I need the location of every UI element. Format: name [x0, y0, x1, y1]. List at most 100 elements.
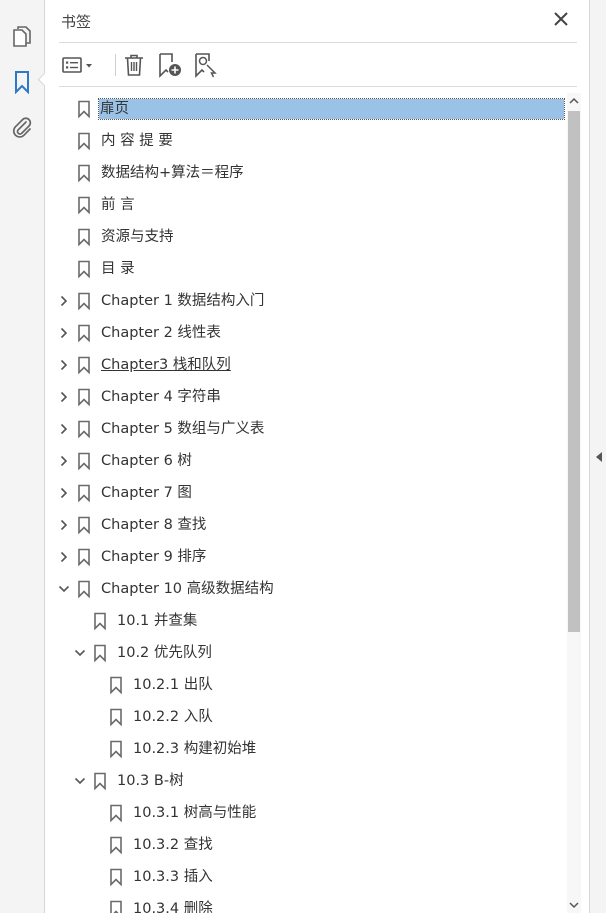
bookmark-icon: [78, 484, 90, 502]
bookmark-icon: [110, 836, 122, 854]
bookmark-icon: [78, 452, 90, 470]
bookmark-icon: [78, 388, 90, 406]
bookmark-icon: [78, 324, 90, 342]
scroll-up-button[interactable]: [567, 93, 581, 109]
bookmark-label: 10.2 优先队列: [117, 645, 212, 661]
bookmark-label: 10.1 并查集: [117, 613, 198, 629]
expand-toggle[interactable]: [57, 294, 71, 308]
expand-toggle[interactable]: [57, 518, 71, 532]
delete-bookmark-button[interactable]: [120, 50, 148, 80]
chevron-right-icon: [60, 487, 68, 499]
bookmark-row[interactable]: 资源与支持: [45, 221, 565, 253]
bookmark-icon: [110, 740, 122, 758]
triangle-left-icon: [596, 452, 602, 462]
bookmark-row[interactable]: Chapter 6 树: [45, 445, 565, 477]
bookmark-row[interactable]: 扉页: [45, 93, 565, 125]
vertical-scrollbar[interactable]: [567, 93, 581, 913]
bookmark-row[interactable]: 10.3.1 树高与性能: [45, 797, 565, 829]
bookmark-icon: [110, 676, 122, 694]
chevron-right-icon: [60, 423, 68, 435]
bookmark-icon: [94, 644, 106, 662]
bookmark-row[interactable]: 10.2.3 构建初始堆: [45, 733, 565, 765]
bookmark-row[interactable]: 10.2.2 入队: [45, 701, 565, 733]
bookmark-label: Chapter 6 树: [101, 453, 192, 469]
bookmark-icon: [78, 548, 90, 566]
bookmark-row[interactable]: Chapter3 栈和队列: [45, 349, 565, 381]
bookmark-label: 10.2.3 构建初始堆: [133, 741, 257, 757]
close-panel-button[interactable]: [551, 9, 571, 29]
find-bookmark-button[interactable]: [191, 50, 221, 80]
bookmark-row[interactable]: 目 录: [45, 253, 565, 285]
bookmark-label: 10.3.4 删除: [133, 901, 213, 913]
bookmark-icon: [94, 772, 106, 790]
bookmark-label: 10.2.1 出队: [133, 677, 213, 693]
chevron-down-icon: [569, 902, 579, 909]
bookmark-row[interactable]: 10.1 并查集: [45, 605, 565, 637]
bookmark-row[interactable]: 10.3.2 查找: [45, 829, 565, 861]
bookmark-row[interactable]: 数据结构+算法＝程序: [45, 157, 565, 189]
bookmark-row[interactable]: Chapter 10 高级数据结构: [45, 573, 565, 605]
bookmark-label: Chapter 4 字符串: [101, 389, 221, 405]
bookmark-icon: [78, 420, 90, 438]
bookmark-row[interactable]: Chapter 5 数组与广义表: [45, 413, 565, 445]
bookmark-label: 10.3.3 插入: [133, 869, 213, 885]
bookmark-label: Chapter3 栈和队列: [101, 357, 231, 373]
collapse-toggle[interactable]: [57, 582, 71, 596]
bookmark-icon: [78, 580, 90, 598]
bookmark-row[interactable]: 10.3.3 插入: [45, 861, 565, 893]
bookmark-row[interactable]: Chapter 4 字符串: [45, 381, 565, 413]
add-bookmark-icon: [159, 53, 181, 78]
bookmark-row[interactable]: 10.2 优先队列: [45, 637, 565, 669]
header-divider: [59, 42, 577, 43]
bookmark-icon: [94, 612, 106, 630]
scroll-down-button[interactable]: [567, 897, 581, 913]
expand-right-pane-button[interactable]: [594, 450, 604, 464]
bookmark-row[interactable]: Chapter 8 查找: [45, 509, 565, 541]
attachments-panel-button[interactable]: [8, 113, 36, 141]
expand-toggle[interactable]: [57, 422, 71, 436]
chevron-down-icon: [74, 777, 86, 785]
bookmark-label: Chapter 8 查找: [101, 517, 207, 533]
expand-toggle[interactable]: [57, 390, 71, 404]
bookmark-icon: [78, 516, 90, 534]
list-options-icon: [62, 57, 92, 73]
bookmarks-panel-button[interactable]: [8, 68, 36, 96]
bookmark-row[interactable]: 内 容 提 要: [45, 125, 565, 157]
expand-toggle[interactable]: [57, 486, 71, 500]
expand-toggle[interactable]: [57, 326, 71, 340]
bookmark-icon: [78, 196, 90, 214]
bookmark-label: Chapter 2 线性表: [101, 325, 221, 341]
scrollbar-thumb[interactable]: [568, 111, 580, 632]
bookmark-icon: [78, 132, 90, 150]
bookmark-label: 目 录: [101, 261, 135, 277]
pages-panel-button[interactable]: [8, 22, 36, 50]
paperclip-icon: [12, 117, 32, 138]
bookmark-label: 前 言: [101, 197, 135, 213]
bookmark-row[interactable]: 10.3 B-树: [45, 765, 565, 797]
chevron-right-icon: [60, 519, 68, 531]
bookmark-row[interactable]: Chapter 2 线性表: [45, 317, 565, 349]
bookmark-row[interactable]: 10.3.4 删除: [45, 893, 565, 913]
chevron-right-icon: [60, 455, 68, 467]
bookmark-row[interactable]: 前 言: [45, 189, 565, 221]
bookmark-icon: [78, 260, 90, 278]
expand-toggle[interactable]: [57, 550, 71, 564]
bookmark-row[interactable]: Chapter 7 图: [45, 477, 565, 509]
options-menu-button[interactable]: [59, 50, 97, 80]
chevron-right-icon: [60, 327, 68, 339]
bookmark-row[interactable]: Chapter 1 数据结构入门: [45, 285, 565, 317]
bookmark-row[interactable]: 10.2.1 出队: [45, 669, 565, 701]
new-bookmark-button[interactable]: [155, 50, 185, 80]
chevron-right-icon: [60, 391, 68, 403]
expand-toggle[interactable]: [57, 358, 71, 372]
collapse-toggle[interactable]: [73, 646, 87, 660]
bookmark-label: 10.3.2 查找: [133, 837, 213, 853]
expand-toggle[interactable]: [57, 454, 71, 468]
bookmark-label: 数据结构+算法＝程序: [101, 165, 244, 181]
bookmark-row[interactable]: Chapter 9 排序: [45, 541, 565, 573]
bookmark-icon: [110, 708, 122, 726]
collapse-toggle[interactable]: [73, 774, 87, 788]
chevron-down-icon: [58, 585, 70, 593]
close-icon: [554, 12, 568, 26]
bookmark-icon: [78, 228, 90, 246]
